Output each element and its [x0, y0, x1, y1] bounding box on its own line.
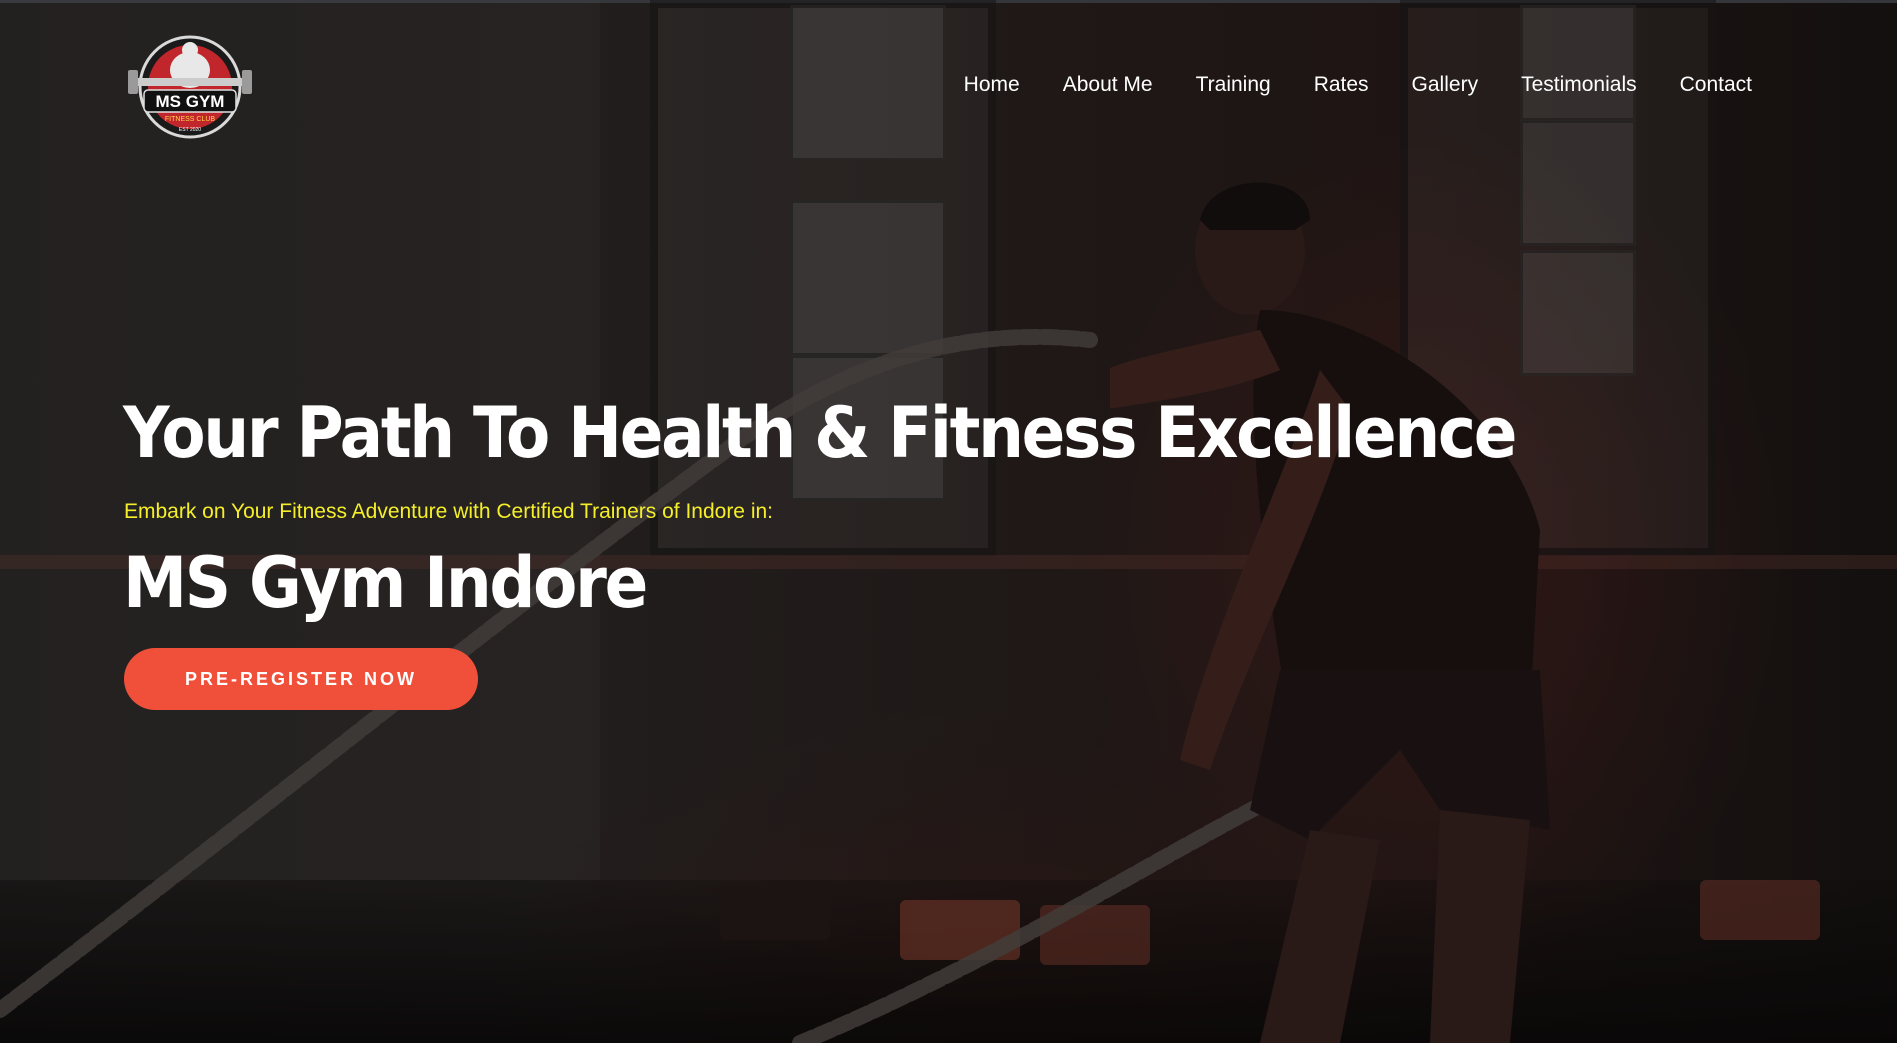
- nav-item-about-me[interactable]: About Me: [1063, 73, 1153, 97]
- gym-logo[interactable]: MS GYM FITNESS CLUB EST 2020: [128, 32, 252, 142]
- nav-item-home[interactable]: Home: [964, 73, 1020, 97]
- nav-item-testimonials[interactable]: Testimonials: [1521, 73, 1637, 97]
- logo-est-text: EST 2020: [179, 127, 201, 133]
- nav-item-training[interactable]: Training: [1196, 73, 1271, 97]
- gym-name-heading: MS Gym Indore: [123, 542, 648, 624]
- pre-register-button[interactable]: PRE-REGISTER NOW: [124, 648, 478, 710]
- main-navigation: Home About Me Training Rates Gallery Tes…: [921, 70, 1752, 100]
- hero-headline: Your Path To Health & Fitness Excellence: [123, 392, 1517, 474]
- logo-main-text: MS GYM: [156, 92, 225, 111]
- nav-item-rates[interactable]: Rates: [1314, 73, 1369, 97]
- nav-item-gallery[interactable]: Gallery: [1412, 73, 1479, 97]
- hero-tagline: Embark on Your Fitness Adventure with Ce…: [124, 500, 774, 523]
- nav-item-contact[interactable]: Contact: [1680, 73, 1752, 97]
- logo-ring-text: FITNESS CLUB: [165, 116, 216, 123]
- hero-section: MS GYM FITNESS CLUB EST 2020 Home About …: [0, 0, 1897, 1043]
